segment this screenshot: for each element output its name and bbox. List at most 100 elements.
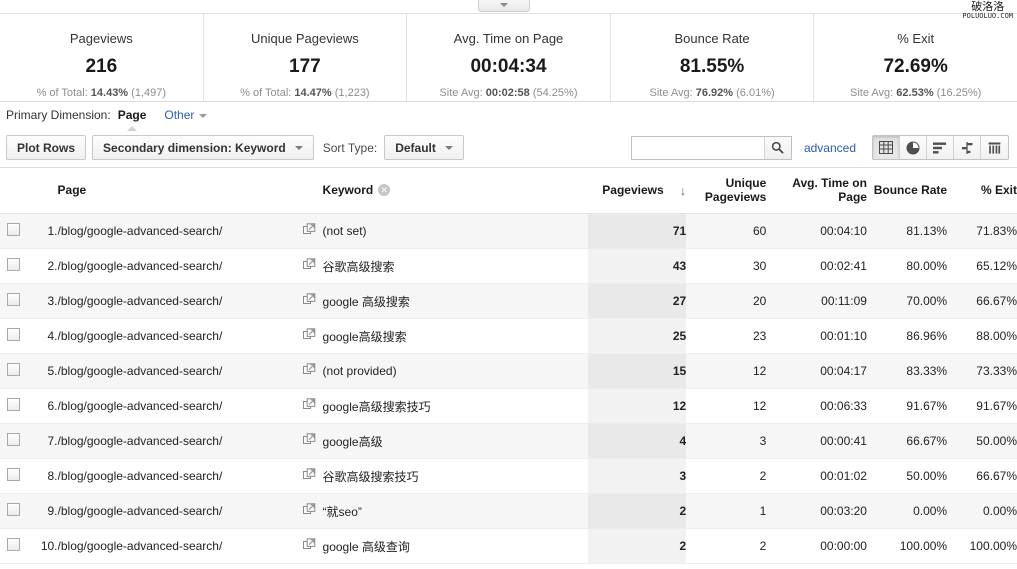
row-keyword[interactable]: google高级搜索技巧 xyxy=(322,388,588,425)
row-bounce-rate: 100.00% xyxy=(866,528,948,565)
row-page-path[interactable]: /blog/google-advanced-search/ xyxy=(57,213,296,250)
table-view-button[interactable] xyxy=(873,136,900,159)
metric-sub-strong: 00:02:58 xyxy=(485,87,530,99)
row-checkbox[interactable] xyxy=(6,293,20,307)
external-link-icon[interactable] xyxy=(302,398,316,411)
table-row[interactable]: 1. /blog/google-advanced-search/ (not se… xyxy=(0,213,1017,250)
table-row[interactable]: 3. /blog/google-advanced-search/ google … xyxy=(0,283,1017,320)
pivot-view-button[interactable] xyxy=(981,136,1008,159)
table-header-row: Page Keyword ✕ Pageviews ↓ Unique Pagevie… xyxy=(0,168,1017,215)
metric-subtext: % of Total: 14.43% (1,497) xyxy=(37,87,166,99)
row-keyword[interactable]: google 高级查询 xyxy=(322,528,588,565)
external-link-icon[interactable] xyxy=(302,328,316,341)
external-link-icon[interactable] xyxy=(302,468,316,481)
pie-chart-view-button[interactable] xyxy=(900,136,927,159)
header-avg-time-on-page[interactable]: Avg. Time on Page xyxy=(766,168,867,215)
row-avg-time-on-page: 00:01:02 xyxy=(766,458,867,495)
row-checkbox[interactable] xyxy=(6,538,20,552)
table-row[interactable]: 9. /blog/google-advanced-search/ “就seo” … xyxy=(0,493,1017,530)
metric-value: 81.55% xyxy=(679,56,745,77)
row-page-path[interactable]: /blog/google-advanced-search/ xyxy=(57,458,296,495)
panel-collapse-strip xyxy=(0,0,1017,14)
external-link-icon[interactable] xyxy=(302,258,316,271)
comparison-view-button[interactable] xyxy=(954,136,981,159)
row-bounce-rate: 50.00% xyxy=(866,458,948,495)
primary-dimension-other-menu[interactable]: Other xyxy=(164,108,208,122)
external-link-icon[interactable] xyxy=(302,503,316,516)
row-keyword[interactable]: google高级 xyxy=(322,423,588,460)
table-row[interactable]: 10. /blog/google-advanced-search/ google… xyxy=(0,528,1017,565)
row-page-path[interactable]: /blog/google-advanced-search/ xyxy=(57,318,296,355)
row-keyword[interactable]: google 高级搜索 xyxy=(322,283,588,320)
row-keyword[interactable]: 谷歌高级搜索 xyxy=(322,248,588,285)
remove-secondary-dimension-icon[interactable]: ✕ xyxy=(378,184,391,197)
table-row[interactable]: 5. /blog/google-advanced-search/ (not pr… xyxy=(0,353,1017,390)
row-page-path[interactable]: /blog/google-advanced-search/ xyxy=(57,388,296,425)
row-open-page-cell xyxy=(295,213,323,250)
metric-sub-suffix: (6.01%) xyxy=(733,87,775,99)
external-link-icon[interactable] xyxy=(302,223,316,236)
collapse-panel-button[interactable] xyxy=(478,0,530,12)
external-link-icon[interactable] xyxy=(302,293,316,306)
row-percent-exit: 65.12% xyxy=(947,248,1017,285)
metric-sub-prefix: Site Avg: xyxy=(649,87,696,99)
secondary-dimension-button[interactable]: Secondary dimension: Keyword xyxy=(92,135,314,160)
table-row[interactable]: 7. /blog/google-advanced-search/ google高… xyxy=(0,423,1017,460)
header-page[interactable]: Page xyxy=(57,168,296,215)
metric-value: 216 xyxy=(85,56,118,77)
header-link-column xyxy=(295,168,323,215)
row-checkbox[interactable] xyxy=(6,398,20,412)
table-row[interactable]: 6. /blog/google-advanced-search/ google高… xyxy=(0,388,1017,425)
row-bounce-rate: 70.00% xyxy=(866,283,948,320)
metrics-summary: Pageviews 216 % of Total: 14.43% (1,497)… xyxy=(0,14,1017,102)
search-icon xyxy=(772,141,784,154)
external-link-icon[interactable] xyxy=(302,433,316,446)
row-checkbox[interactable] xyxy=(6,433,20,447)
row-page-path[interactable]: /blog/google-advanced-search/ xyxy=(57,283,296,320)
table-controls-bar: Plot Rows Secondary dimension: Keyword S… xyxy=(0,128,1017,168)
table-row[interactable]: 8. /blog/google-advanced-search/ 谷歌高级搜索技… xyxy=(0,458,1017,495)
search-button[interactable] xyxy=(763,136,791,159)
secondary-dimension-label: Secondary dimension: Keyword xyxy=(103,140,286,155)
row-checkbox[interactable] xyxy=(6,328,20,342)
sort-type-button[interactable]: Default xyxy=(384,135,464,160)
row-checkbox[interactable] xyxy=(6,258,20,272)
external-link-icon[interactable] xyxy=(302,363,316,376)
row-percent-exit: 100.00% xyxy=(947,528,1017,565)
table-row[interactable]: 2. /blog/google-advanced-search/ 谷歌高级搜索 … xyxy=(0,248,1017,285)
row-checkbox[interactable] xyxy=(6,468,20,482)
advanced-link[interactable]: advanced xyxy=(804,141,856,155)
metric-value: 00:04:34 xyxy=(470,56,547,77)
table-row[interactable]: 4. /blog/google-advanced-search/ google高… xyxy=(0,318,1017,355)
primary-dimension-page-tab[interactable]: Page xyxy=(118,108,146,131)
row-keyword[interactable]: 谷歌高级搜索技巧 xyxy=(322,458,588,495)
primary-dimension-other-label: Other xyxy=(164,108,195,122)
external-link-icon[interactable] xyxy=(302,538,316,551)
performance-view-button[interactable] xyxy=(927,136,954,159)
row-page-path[interactable]: /blog/google-advanced-search/ xyxy=(57,248,296,285)
row-select-cell xyxy=(0,353,27,390)
header-percent-exit[interactable]: % Exit xyxy=(947,168,1017,215)
row-keyword[interactable]: google高级搜索 xyxy=(322,318,588,355)
row-page-path[interactable]: /blog/google-advanced-search/ xyxy=(57,493,296,530)
row-unique-pageviews: 60 xyxy=(686,213,767,250)
header-pageviews[interactable]: Pageviews ↓ xyxy=(587,168,687,215)
row-checkbox[interactable] xyxy=(6,503,20,517)
row-page-path[interactable]: /blog/google-advanced-search/ xyxy=(57,528,296,565)
metric-sub-prefix: % of Total: xyxy=(240,87,295,99)
plot-rows-button[interactable]: Plot Rows xyxy=(6,135,87,160)
header-keyword[interactable]: Keyword ✕ xyxy=(322,168,588,215)
row-checkbox[interactable] xyxy=(6,223,20,237)
header-bounce-rate[interactable]: Bounce Rate xyxy=(866,168,948,215)
row-page-path[interactable]: /blog/google-advanced-search/ xyxy=(57,353,296,390)
row-open-page-cell xyxy=(295,318,323,355)
search-input[interactable] xyxy=(631,136,764,159)
row-keyword[interactable]: “就seo” xyxy=(322,493,588,530)
row-pageviews: 25 xyxy=(587,318,687,355)
row-checkbox[interactable] xyxy=(6,363,20,377)
row-percent-exit: 88.00% xyxy=(947,318,1017,355)
header-unique-pageviews[interactable]: Unique Pageviews xyxy=(686,168,767,215)
row-keyword[interactable]: (not provided) xyxy=(322,353,588,390)
row-page-path[interactable]: /blog/google-advanced-search/ xyxy=(57,423,296,460)
row-keyword[interactable]: (not set) xyxy=(322,213,588,250)
